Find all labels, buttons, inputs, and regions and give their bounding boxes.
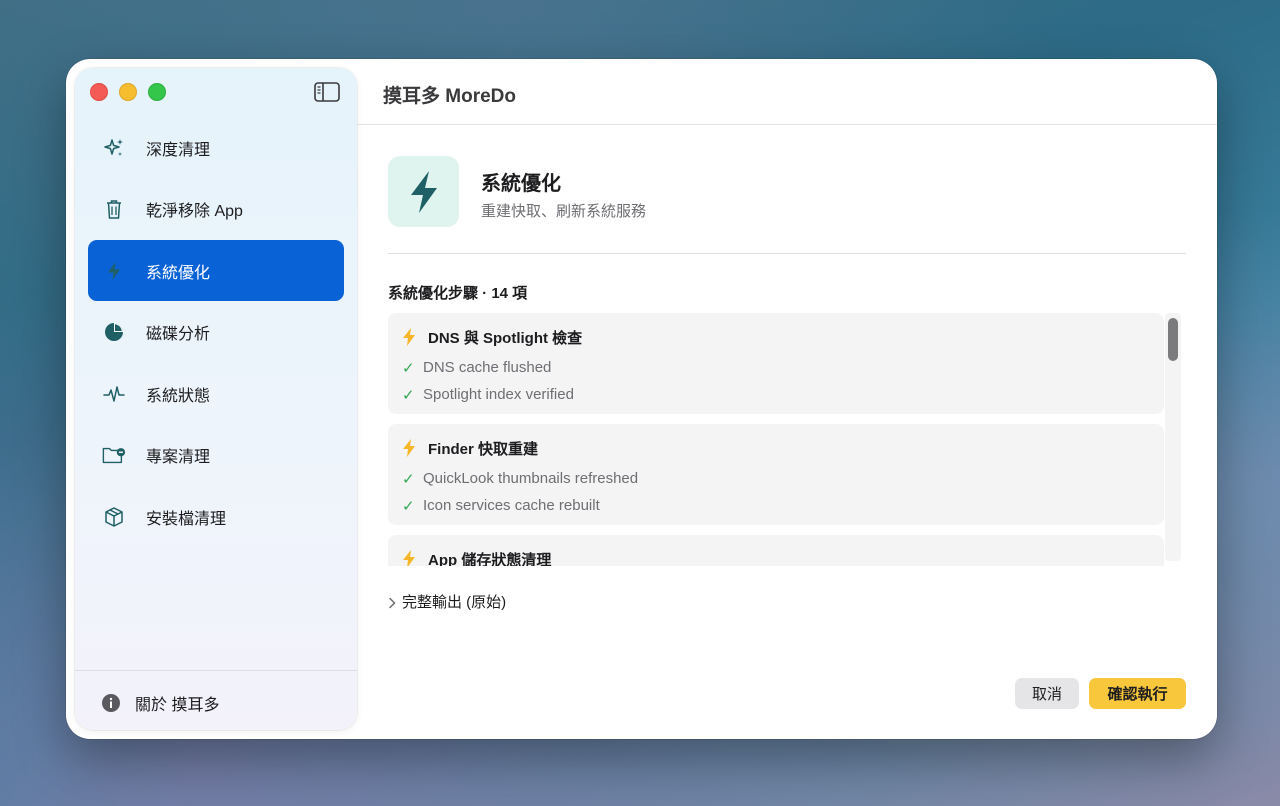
sidebar-item-project-clean[interactable]: 專案清理	[88, 425, 344, 486]
zoom-button[interactable]	[148, 83, 166, 101]
sidebar-item-about[interactable]: 關於 摸耳多	[101, 683, 219, 723]
step-card: App 儲存狀態清理	[388, 535, 1164, 566]
step-title: DNS 與 Spotlight 檢查	[428, 329, 583, 347]
trash-icon	[102, 197, 126, 221]
bolt-icon	[402, 439, 416, 457]
sidebar-item-system-status[interactable]: 系統狀態	[88, 363, 344, 424]
pie-chart-icon	[102, 320, 126, 344]
sidebar-item-deep-clean[interactable]: 深度清理	[88, 117, 344, 178]
sidebar-item-disk-analysis[interactable]: 磁碟分析	[88, 302, 344, 363]
sidebar-item-label: 專案清理	[146, 449, 211, 466]
sidebar-item-installer-clean[interactable]: 安裝檔清理	[88, 486, 344, 547]
checkmark-icon: ✓	[402, 359, 415, 377]
confirm-button[interactable]: 確認執行	[1089, 678, 1186, 709]
step-result: Spotlight index verified	[423, 386, 574, 403]
minimize-button[interactable]	[119, 83, 137, 101]
about-label: 關於 摸耳多	[135, 697, 220, 714]
sidebar-item-uninstall-app[interactable]: 乾淨移除 App	[88, 179, 344, 240]
window-title: 摸耳多 MoreDo	[383, 86, 517, 107]
sidebar-item-label: 深度清理	[146, 141, 211, 159]
app-window: 深度清理 乾淨移除 App 系統優化 磁碟分析 系統狀態 專案清理 安裝檔清理 …	[66, 59, 1217, 739]
divider	[388, 253, 1186, 254]
checkmark-icon: ✓	[402, 470, 415, 488]
step-title: Finder 快取重建	[428, 440, 539, 458]
folder-minus-icon	[102, 443, 126, 467]
main-panel: 摸耳多 MoreDo 系統優化 重建快取、刷新系統服務 系統優化步驟 · 14 …	[357, 59, 1217, 739]
steps-heading: 系統優化步驟 · 14 項	[388, 285, 528, 302]
window-controls	[90, 83, 166, 101]
bolt-icon	[402, 328, 416, 346]
close-button[interactable]	[90, 83, 108, 101]
sidebar-item-label: 磁碟分析	[146, 326, 211, 343]
cancel-button[interactable]: 取消	[1015, 678, 1079, 709]
step-card: DNS 與 Spotlight 檢查 ✓ DNS cache flushed ✓ S…	[388, 313, 1164, 414]
sidebar-nav: 深度清理 乾淨移除 App 系統優化 磁碟分析 系統狀態 專案清理 安裝檔清理	[88, 117, 344, 548]
raw-output-disclosure[interactable]: 完整輸出 (原始)	[387, 591, 506, 612]
sidebar: 深度清理 乾淨移除 App 系統優化 磁碟分析 系統狀態 專案清理 安裝檔清理 …	[75, 68, 357, 730]
bolt-icon	[402, 550, 416, 566]
step-title: App 儲存狀態清理	[428, 551, 552, 567]
step-result: QuickLook thumbnails refreshed	[423, 470, 639, 487]
sidebar-divider	[75, 670, 357, 671]
sidebar-item-label: 系統優化	[146, 264, 211, 282]
box-icon	[102, 505, 126, 529]
pulse-icon	[102, 382, 126, 406]
steps-list[interactable]: DNS 與 Spotlight 檢查 ✓ DNS cache flushed ✓ S…	[388, 313, 1164, 566]
sidebar-item-system-optimize[interactable]: 系統優化	[88, 240, 344, 301]
sidebar-item-label: 安裝檔清理	[146, 510, 227, 528]
scrollbar[interactable]	[1165, 313, 1181, 561]
checkmark-icon: ✓	[402, 497, 415, 515]
info-icon	[101, 693, 121, 713]
sidebar-item-label: 乾淨移除 App	[146, 203, 243, 220]
page-subtitle: 重建快取、刷新系統服務	[481, 203, 647, 220]
checkmark-icon: ✓	[402, 386, 415, 404]
sidebar-item-label: 系統狀態	[146, 387, 211, 405]
bolt-icon	[102, 259, 126, 283]
scrollbar-thumb[interactable]	[1168, 318, 1178, 361]
sparkles-icon	[102, 136, 126, 160]
chevron-right-icon	[387, 596, 397, 608]
step-result: DNS cache flushed	[423, 359, 552, 376]
page-title: 系統優化	[481, 173, 561, 195]
disclosure-label: 完整輸出 (原始)	[402, 594, 507, 611]
bolt-icon	[388, 156, 459, 227]
step-card: Finder 快取重建 ✓ QuickLook thumbnails refres…	[388, 424, 1164, 525]
step-result: Icon services cache rebuilt	[423, 497, 600, 514]
title-bar: 摸耳多 MoreDo	[357, 59, 1217, 125]
sidebar-toggle-icon[interactable]	[314, 82, 340, 102]
